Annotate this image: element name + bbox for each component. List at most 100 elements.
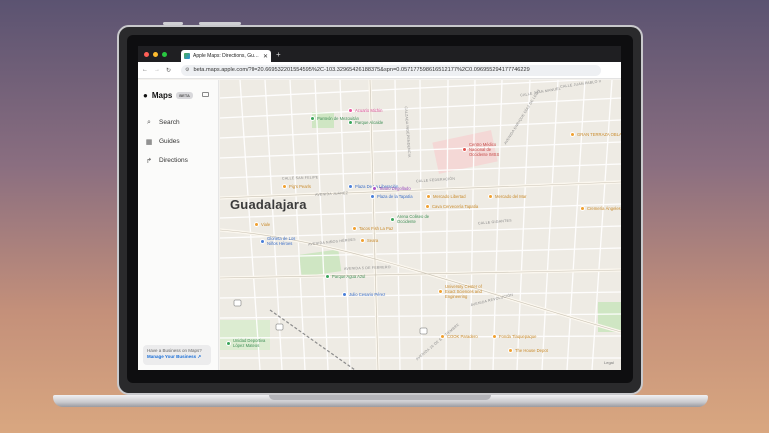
poi-label: GRAN TERRAZA OBLATOS bbox=[577, 132, 621, 137]
poi-label: Centro Médico Nacional de Occidente IMSS bbox=[469, 142, 500, 157]
poi-label: Parque Agua Azul bbox=[332, 274, 366, 279]
back-arrow-icon[interactable]: ← bbox=[142, 67, 148, 73]
map-poi[interactable]: Mercado del Mar bbox=[488, 194, 526, 199]
poi-label: Julio Cesario Pérez bbox=[349, 292, 386, 297]
laptop-notch bbox=[269, 395, 491, 400]
site-settings-icon[interactable]: ⚙ bbox=[185, 67, 189, 73]
map-pin-icon bbox=[492, 334, 497, 339]
map-poi[interactable]: Acuario Michin bbox=[348, 108, 382, 113]
map-pin-icon bbox=[425, 204, 430, 209]
map-poi[interactable]: COOK Paradero bbox=[440, 334, 478, 339]
poi-label: Seara bbox=[367, 238, 379, 243]
url-text: beta.maps.apple.com/?ll=20.6695322015545… bbox=[193, 67, 530, 73]
map-poi[interactable]: Centro Médico Nacional de Occidente IMSS bbox=[462, 142, 508, 157]
map-pin-icon bbox=[508, 348, 513, 353]
map-pin-icon bbox=[348, 108, 353, 113]
map-poi[interactable]: Mercado Libertad bbox=[426, 194, 466, 199]
grid-icon: ▦ bbox=[145, 138, 153, 146]
tab-title: Apple Maps: Directions, Guides bbox=[193, 53, 260, 59]
map-pin-icon bbox=[348, 120, 353, 125]
manage-business-link[interactable]: Manage Your Business ↗ bbox=[147, 354, 207, 360]
sidebar-item-directions[interactable]: ↱ Directions bbox=[145, 151, 188, 170]
sidebar-item-search[interactable]: ⌕ Search bbox=[145, 113, 188, 132]
map-pin-icon bbox=[360, 238, 365, 243]
map-poi[interactable]: Plaza de la Tapatía bbox=[370, 194, 413, 199]
map-poi[interactable]: Julio Cesario Pérez bbox=[342, 292, 385, 297]
poi-label: COOK Paradero bbox=[447, 334, 478, 339]
map-pin-icon bbox=[580, 206, 585, 211]
poi-label: Arena Coliseo de Occidente bbox=[397, 214, 430, 224]
map-poi[interactable]: Parque Alcalde bbox=[348, 120, 383, 125]
map-pin-icon bbox=[440, 334, 445, 339]
map-streets bbox=[220, 80, 621, 370]
poi-label: Mercado Libertad bbox=[433, 194, 466, 199]
map-poi[interactable]: Fonda Tlaquepaque bbox=[492, 334, 536, 339]
city-label: Guadalajara bbox=[230, 197, 307, 212]
sidebar-toggle-icon[interactable] bbox=[202, 92, 209, 97]
window-controls bbox=[144, 51, 167, 57]
apple-logo-icon: ● bbox=[143, 91, 148, 100]
address-bar[interactable]: ⚙ beta.maps.apple.com/?ll=20.66953220155… bbox=[181, 64, 602, 76]
brand-name: Maps bbox=[151, 91, 173, 100]
poi-label: Mercado del Mar bbox=[495, 194, 527, 199]
new-tab-icon[interactable]: + bbox=[276, 50, 281, 59]
legal-link[interactable]: Legal bbox=[604, 360, 614, 365]
poi-label: Cremería Ángeles bbox=[587, 206, 621, 211]
map-poi[interactable]: Arena Coliseo de Occidente bbox=[390, 214, 436, 224]
map-pin-icon bbox=[438, 289, 443, 294]
poi-label: University Center of Exact Sciences and … bbox=[445, 284, 482, 299]
map-poi[interactable]: Cremería Ángeles bbox=[580, 206, 621, 211]
map-pin-icon bbox=[310, 116, 315, 121]
close-window-button[interactable] bbox=[144, 51, 149, 57]
map-pin-icon bbox=[260, 238, 265, 244]
sidebar-item-guides[interactable]: ▦ Guides bbox=[145, 132, 188, 151]
map-poi[interactable]: Parque Agua Azul bbox=[325, 274, 365, 279]
maximize-window-button[interactable] bbox=[162, 51, 167, 57]
forward-arrow-icon[interactable]: → bbox=[154, 67, 160, 73]
map-poi[interactable]: Tacos Fish La Paz bbox=[352, 226, 393, 231]
sidebar-item-label: Guides bbox=[159, 138, 180, 145]
poi-label: Acuario Michin bbox=[355, 108, 383, 113]
close-tab-icon[interactable]: ✕ bbox=[263, 53, 268, 60]
map-pin-icon bbox=[488, 194, 493, 199]
poi-label: Cava Cervecería Tapatía bbox=[432, 204, 479, 209]
map-poi[interactable]: University Center of Exact Sciences and … bbox=[438, 284, 484, 299]
map-pin-icon bbox=[426, 194, 431, 199]
poi-label: Pig's Pearls bbox=[289, 184, 311, 189]
map-poi[interactable]: The House Depot bbox=[508, 348, 548, 353]
map-poi[interactable]: Cava Cervecería Tapatía bbox=[425, 204, 478, 209]
map-poi[interactable]: GRAN TERRAZA OBLATOS bbox=[570, 132, 621, 137]
map-poi[interactable]: Viale bbox=[254, 222, 270, 227]
minimize-window-button[interactable] bbox=[153, 51, 158, 57]
sidebar-nav: ⌕ Search ▦ Guides ↱ Directions bbox=[145, 113, 188, 170]
map-poi[interactable]: Teatro Degollado bbox=[372, 186, 411, 191]
poi-label: Viale bbox=[261, 222, 271, 227]
directions-icon: ↱ bbox=[146, 157, 152, 165]
map-poi[interactable]: Unidad Deportiva López Mateos bbox=[226, 338, 272, 348]
map-poi[interactable]: Seara bbox=[360, 238, 378, 243]
sidebar: ● Maps BETA ⌕ Search ▦ Guides ↱ Directio… bbox=[138, 80, 219, 370]
map-pin-icon bbox=[370, 194, 375, 199]
map-pin-icon bbox=[372, 186, 377, 191]
map-canvas[interactable]: Guadalajara CALLE JUAN MANUEL AVENIDA JU… bbox=[220, 80, 621, 370]
maps-logo: ● Maps BETA bbox=[143, 91, 193, 100]
toolbar: ← → ↻ ⚙ beta.maps.apple.com/?ll=20.66953… bbox=[138, 62, 621, 79]
map-pin-icon bbox=[325, 274, 330, 279]
map-poi[interactable]: Pig's Pearls bbox=[282, 184, 311, 189]
map-pin-icon bbox=[254, 222, 259, 227]
poi-label: Plaza de la Tapatía bbox=[377, 194, 413, 199]
map-poi[interactable]: Glorieta de Los Niños Héroes bbox=[260, 236, 306, 246]
map-pin-icon bbox=[342, 292, 347, 297]
sidebar-item-label: Directions bbox=[159, 157, 188, 164]
map-pin-icon bbox=[348, 184, 353, 189]
map-pin-icon bbox=[352, 226, 357, 231]
map-pin-icon bbox=[390, 216, 395, 222]
browser-window: Apple Maps: Directions, Guides ✕ + ← → ↻… bbox=[138, 46, 621, 370]
reload-icon[interactable]: ↻ bbox=[166, 67, 171, 74]
browser-tab[interactable]: Apple Maps: Directions, Guides ✕ bbox=[181, 50, 271, 62]
sidebar-item-label: Search bbox=[159, 119, 180, 126]
beta-badge: BETA bbox=[176, 92, 193, 99]
search-icon: ⌕ bbox=[147, 118, 151, 126]
poi-label: Parque Alcalde bbox=[355, 120, 384, 125]
map-pin-icon bbox=[226, 340, 231, 346]
